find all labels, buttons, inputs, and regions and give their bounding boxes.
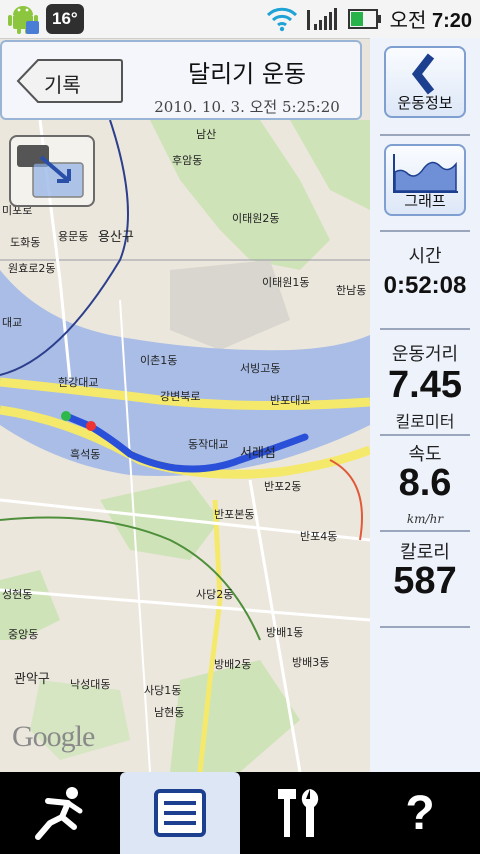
divider — [380, 134, 470, 136]
wifi-icon — [266, 7, 297, 31]
map-label: 중앙동 — [8, 628, 39, 641]
map-label: 사당2동 — [196, 588, 234, 601]
map-label: 원효로2동 — [8, 262, 56, 275]
map-label: 도화동 — [10, 236, 41, 249]
map-label: 사당1동 — [144, 684, 182, 697]
back-button-label[interactable]: 기록 — [44, 69, 81, 98]
map-label: 동작대교 — [188, 438, 229, 451]
map-label: 반포4동 — [300, 530, 338, 543]
map-label: 관악구 — [14, 672, 50, 687]
map-label: 이태원2동 — [232, 212, 280, 225]
route-map[interactable]: 남산 후암동 이태원2동 도화동 용문동 용산구 원효로2동 이태원1동 한남동… — [0, 120, 370, 772]
map-label: 이촌1동 — [140, 354, 178, 367]
workout-info-label: 운동정보 — [397, 94, 453, 112]
nav-tools[interactable] — [240, 772, 360, 854]
divider — [380, 626, 470, 628]
calories-value: 587 — [393, 560, 457, 602]
time-label: 시간 — [408, 246, 442, 267]
divider — [380, 230, 470, 232]
map-label: 용산구 — [98, 230, 134, 245]
time-value: 0:52:08 — [383, 272, 467, 299]
distance-value: 7.45 — [388, 364, 462, 406]
map-canvas — [0, 120, 370, 772]
bottom-nav: ? — [0, 772, 480, 854]
map-label: 낙성대동 — [70, 678, 111, 691]
map-label: 대교 — [2, 316, 23, 329]
map-label: 후암동 — [172, 154, 203, 167]
workout-info-button[interactable]: 운동정보 — [384, 46, 466, 118]
map-label: 반포본동 — [214, 508, 255, 521]
help-icon: ? — [405, 786, 435, 840]
end-marker — [86, 421, 96, 431]
map-label: 용문동 — [58, 230, 89, 243]
map-label: 방배1동 — [266, 626, 304, 639]
map-label-namsan: 남산 — [196, 128, 217, 141]
start-marker — [61, 411, 71, 421]
battery-icon — [347, 8, 381, 29]
weather-badge: 16° — [46, 4, 84, 34]
page-title: 달리기 운동 — [187, 60, 307, 88]
speed-unit: km/hr — [406, 512, 444, 526]
map-label: 흑석동 — [70, 448, 101, 461]
signal-icon — [306, 7, 337, 30]
map-label: 강변북로 — [160, 390, 201, 403]
map-label: 남현동 — [154, 706, 185, 719]
nav-list[interactable] — [120, 772, 240, 854]
nav-run[interactable] — [0, 772, 120, 854]
divider — [380, 434, 470, 436]
graph-label: 그래프 — [404, 192, 446, 210]
tools-icon — [278, 789, 319, 837]
list-icon — [154, 789, 206, 837]
speed-value: 8.6 — [398, 462, 452, 504]
map-label: 반포2동 — [264, 480, 302, 493]
map-label: 이태원1동 — [262, 276, 310, 289]
divider — [380, 530, 470, 532]
map-label: 서빙고동 — [240, 362, 281, 375]
google-logo: Google — [12, 720, 95, 753]
status-bar: 16° 오전 7:20 — [0, 0, 480, 39]
expand-map-icon — [17, 145, 84, 198]
clock: 오전 7:20 — [389, 10, 472, 32]
graph-button[interactable]: 그래프 — [384, 144, 466, 216]
nav-help[interactable]: ? — [360, 772, 480, 854]
distance-unit: 킬로미터 — [395, 412, 455, 431]
map-expand-button[interactable] — [9, 135, 95, 207]
map-label: 반포대교 — [270, 394, 311, 407]
workout-date: 2010. 10. 3. 오전 5:25:20 — [154, 98, 340, 116]
map-label: 한남동 — [336, 284, 367, 297]
distance-label: 운동거리 — [391, 344, 459, 365]
header-card: 기록 달리기 운동 2010. 10. 3. 오전 5:25:20 — [0, 40, 362, 120]
map-label: 성현동 — [2, 588, 33, 601]
android-icon — [8, 6, 39, 34]
divider — [380, 328, 470, 330]
map-label: 방배3동 — [292, 656, 330, 669]
stats-panel: 운동정보 그래프 시간 0:52:08 운동거리 7.45 킬로미터 속도 8.… — [370, 38, 480, 772]
map-label: 서래섬 — [240, 446, 276, 461]
map-label: 한강대교 — [58, 376, 99, 389]
run-icon — [35, 787, 83, 840]
chevron-left-icon — [411, 53, 435, 95]
map-label: 방배2동 — [214, 658, 252, 671]
